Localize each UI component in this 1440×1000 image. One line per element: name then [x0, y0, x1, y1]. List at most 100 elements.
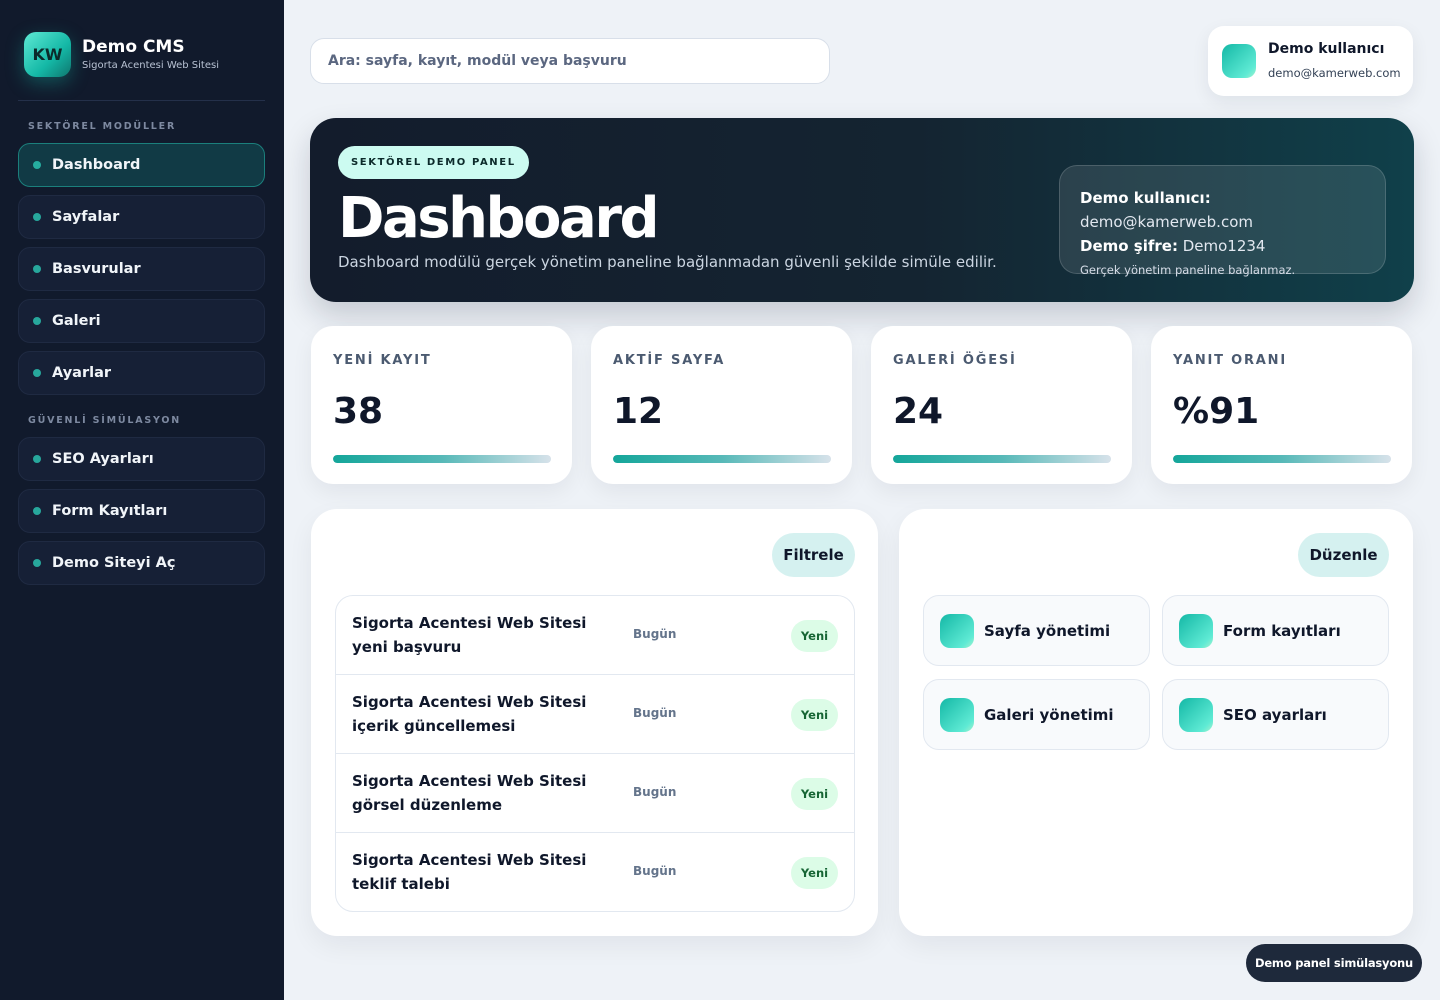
sidebar-item-demo-siteyi-ac[interactable]: Demo Siteyi Aç: [18, 541, 265, 585]
list-item-date: Bugün: [633, 706, 677, 720]
brand-title: Demo CMS: [82, 37, 185, 57]
demo-pass-value: Demo1234: [1182, 237, 1266, 255]
sidebar-item-label: SEO Ayarları: [52, 451, 154, 467]
demo-user-line: Demo kullanıcı: demo@kamerweb.com: [1080, 186, 1365, 234]
stat-label: GALERİ ÖĞESİ: [893, 353, 1017, 368]
demo-pass-line: Demo şifre: Demo1234: [1080, 234, 1365, 258]
stat-value: 12: [613, 391, 664, 432]
brand-text: Demo CMS Sigorta Acentesi Web Sitesi: [82, 36, 219, 73]
quick-actions-panel: Düzenle Sayfa yönetimi Form kayıtları Ga…: [899, 509, 1413, 936]
user-card[interactable]: Demo kullanıcı demo@kamerweb.com: [1208, 26, 1413, 96]
sidebar-section-title: SEKTÖREL MODÜLLER: [28, 121, 177, 132]
bullet-icon: [33, 317, 41, 325]
stat-progress-fill: [613, 455, 831, 463]
stat-label: YANIT ORANI: [1173, 353, 1287, 368]
module-icon: [940, 697, 974, 732]
sidebar: KW Demo CMS Sigorta Acentesi Web Sitesi …: [0, 0, 284, 1000]
stat-label: YENİ KAYIT: [333, 353, 432, 368]
sidebar-section-title: GÜVENLİ SİMÜLASYON: [28, 415, 181, 426]
status-badge: Yeni: [791, 857, 838, 889]
demo-user-label: Demo kullanıcı:: [1080, 189, 1211, 207]
tile-label: Sayfa yönetimi: [984, 621, 1111, 640]
sidebar-item-label: Form Kayıtları: [52, 503, 168, 519]
sidebar-item-label: Ayarlar: [52, 365, 111, 381]
sidebar-item-galeri[interactable]: Galeri: [18, 299, 265, 343]
sidebar-item-label: Basvurular: [52, 261, 141, 277]
sidebar-item-dashboard[interactable]: Dashboard: [18, 143, 265, 187]
list-item-title: Sigorta Acentesi Web Sitesi teklif taleb…: [352, 851, 587, 893]
filter-button[interactable]: Filtrele: [772, 533, 855, 577]
sidebar-item-label: Galeri: [52, 313, 101, 329]
status-badge: Yeni: [791, 699, 838, 731]
tile-label: Form kayıtları: [1223, 621, 1341, 640]
sidebar-item-label: Demo Siteyi Aç: [52, 555, 176, 571]
demo-credentials-box: Demo kullanıcı: demo@kamerweb.com Demo ş…: [1059, 165, 1386, 277]
tile-label: SEO ayarları: [1223, 705, 1327, 724]
hero-banner: SEKTÖREL DEMO PANEL Dashboard Dashboard …: [310, 118, 1414, 302]
demo-pass-label: Demo şifre:: [1080, 237, 1178, 255]
avatar: [1222, 44, 1256, 78]
stat-card-yeni-kayit: YENİ KAYIT 38: [311, 326, 572, 484]
activity-panel: Filtrele Sigorta Acentesi Web Sitesi yen…: [311, 509, 878, 936]
stat-card-yanit-orani: YANIT ORANI %91: [1151, 326, 1412, 484]
list-item-title: Sigorta Acentesi Web Sitesi görsel düzen…: [352, 772, 587, 814]
sidebar-item-label: Sayfalar: [52, 209, 120, 225]
edit-button[interactable]: Düzenle: [1298, 533, 1389, 577]
search-input[interactable]: [310, 38, 830, 84]
list-item[interactable]: Sigorta Acentesi Web Sitesi içerik günce…: [336, 675, 854, 754]
stat-progress-track: [1173, 455, 1391, 463]
list-item-date: Bugün: [633, 627, 677, 641]
stat-card-galeri-ogesi: GALERİ ÖĞESİ 24: [871, 326, 1132, 484]
brand[interactable]: KW Demo CMS Sigorta Acentesi Web Sitesi: [24, 32, 219, 77]
sidebar-item-form-kayitlari[interactable]: Form Kayıtları: [18, 489, 265, 533]
tile-galeri-yonetimi[interactable]: Galeri yönetimi: [923, 679, 1150, 750]
stat-progress-fill: [333, 455, 551, 463]
bullet-icon: [33, 265, 41, 273]
stat-progress-track: [333, 455, 551, 463]
stat-label: AKTİF SAYFA: [613, 353, 726, 368]
bullet-icon: [33, 213, 41, 221]
list-item-title: Sigorta Acentesi Web Sitesi yeni başvuru: [352, 614, 587, 656]
list-item[interactable]: Sigorta Acentesi Web Sitesi görsel düzen…: [336, 754, 854, 833]
user-name: Demo kullanıcı: [1268, 41, 1385, 57]
sidebar-item-ayarlar[interactable]: Ayarlar: [18, 351, 265, 395]
stat-value: %91: [1173, 391, 1260, 432]
hero-badge: SEKTÖREL DEMO PANEL: [338, 146, 529, 179]
stat-value: 38: [333, 391, 384, 432]
sidebar-item-seo-ayarlari[interactable]: SEO Ayarları: [18, 437, 265, 481]
list-item[interactable]: Sigorta Acentesi Web Sitesi teklif taleb…: [336, 833, 854, 911]
brand-divider: [18, 100, 265, 101]
stat-progress-fill: [1173, 455, 1391, 463]
demo-simulation-badge[interactable]: Demo panel simülasyonu: [1246, 944, 1422, 982]
brand-logo: KW: [24, 32, 71, 77]
stat-progress-track: [613, 455, 831, 463]
page-title: Dashboard: [338, 186, 660, 251]
status-badge: Yeni: [791, 620, 838, 652]
tile-label: Galeri yönetimi: [984, 705, 1114, 724]
tile-sayfa-yonetimi[interactable]: Sayfa yönetimi: [923, 595, 1150, 666]
sidebar-item-sayfalar[interactable]: Sayfalar: [18, 195, 265, 239]
status-badge: Yeni: [791, 778, 838, 810]
hero-description: Dashboard modülü gerçek yönetim paneline…: [338, 253, 997, 271]
module-icon: [1179, 613, 1213, 648]
list-item-title: Sigorta Acentesi Web Sitesi içerik günce…: [352, 693, 587, 735]
bullet-icon: [33, 559, 41, 567]
sidebar-item-basvurular[interactable]: Basvurular: [18, 247, 265, 291]
bullet-icon: [33, 507, 41, 515]
list-item-date: Bugün: [633, 864, 677, 878]
bullet-icon: [33, 455, 41, 463]
list-item[interactable]: Sigorta Acentesi Web Sitesi yeni başvuru…: [336, 596, 854, 675]
stat-progress-track: [893, 455, 1111, 463]
tile-form-kayitlari[interactable]: Form kayıtları: [1162, 595, 1389, 666]
activity-list: Sigorta Acentesi Web Sitesi yeni başvuru…: [335, 595, 855, 912]
stat-card-aktif-sayfa: AKTİF SAYFA 12: [591, 326, 852, 484]
stat-value: 24: [893, 391, 944, 432]
demo-note: Gerçek yönetim paneline bağlanmaz.: [1080, 263, 1296, 277]
tile-seo-ayarlari[interactable]: SEO ayarları: [1162, 679, 1389, 750]
brand-subtitle: Sigorta Acentesi Web Sitesi: [82, 60, 219, 71]
list-item-date: Bugün: [633, 785, 677, 799]
module-icon: [940, 613, 974, 648]
demo-user-value: demo@kamerweb.com: [1080, 213, 1253, 231]
module-icon: [1179, 697, 1213, 732]
bullet-icon: [33, 369, 41, 377]
